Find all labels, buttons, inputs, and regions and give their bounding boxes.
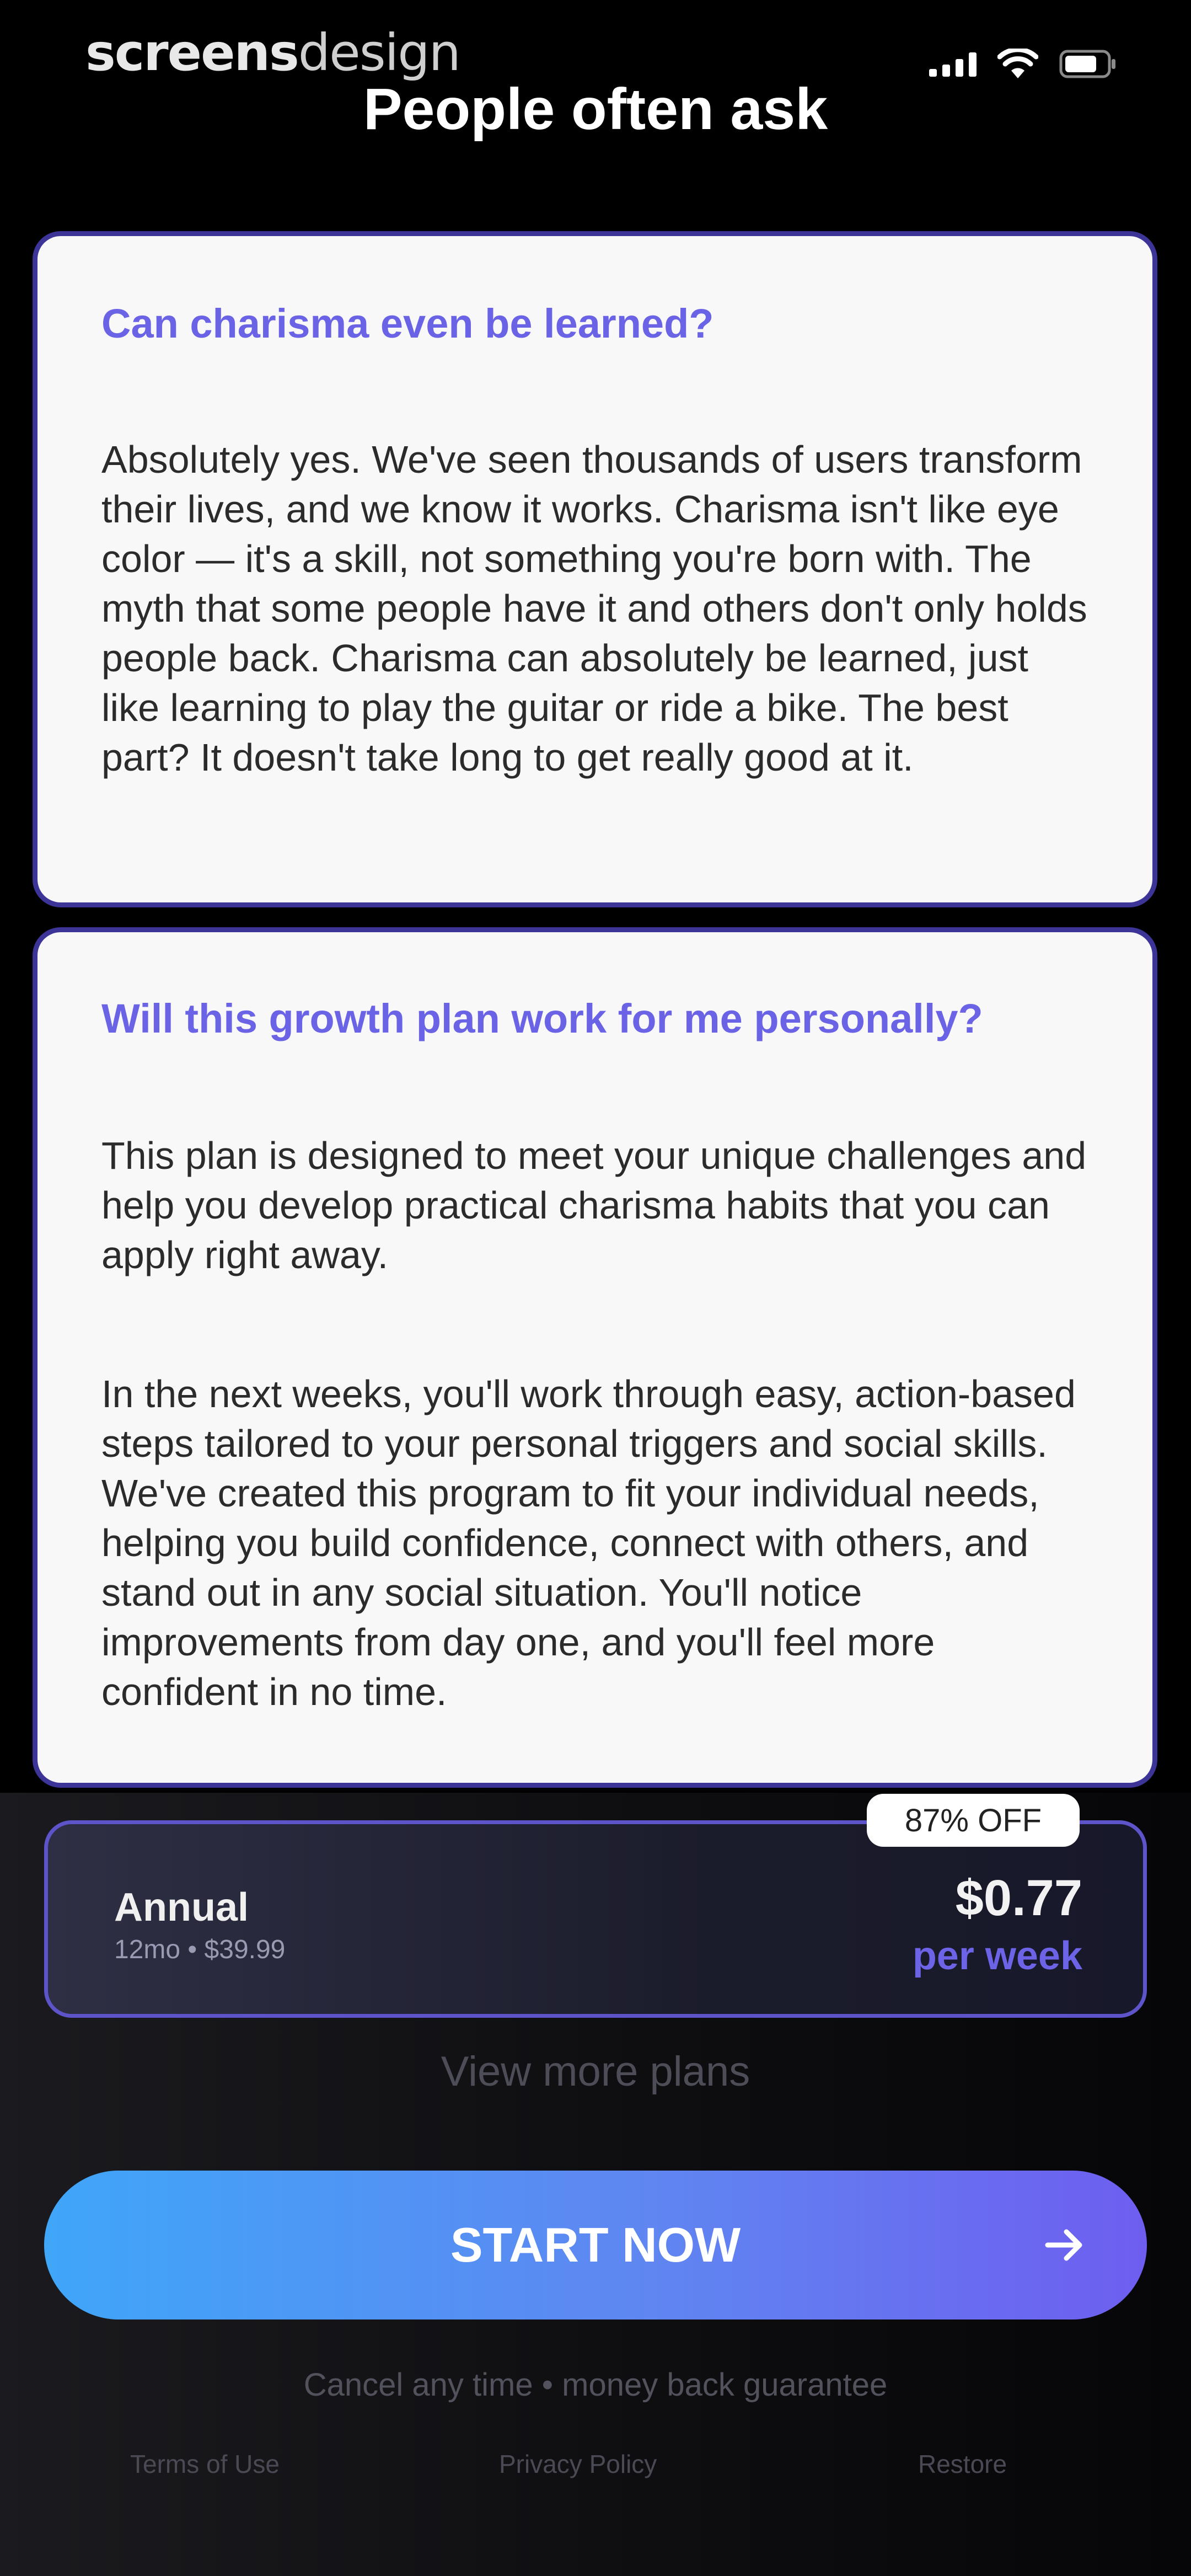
cellular-signal-icon	[929, 51, 977, 77]
plan-price-unit: per week	[912, 1934, 1082, 1978]
faq-answer: This plan is designed to meet your uniqu…	[101, 1134, 1087, 1276]
faq-question: Can charisma even be learned?	[101, 301, 714, 346]
status-icons	[929, 49, 1117, 79]
watermark: screensdesign	[85, 23, 461, 82]
faq-answer: Absolutely yes. We've seen thousands of …	[101, 438, 1087, 779]
page-title: People often ask	[363, 77, 828, 142]
plan-subtitle: 12mo • $39.99	[114, 1935, 286, 1964]
restore-link[interactable]: Restore	[918, 2449, 1007, 2479]
faq-card: Will this growth plan work for me person…	[37, 932, 1152, 1783]
watermark-light: design	[298, 23, 461, 82]
guarantee-text: Cancel any time • money back guarantee	[303, 2367, 888, 2403]
plan-option-annual[interactable]: Annual 12mo • $39.99 $0.77 per week	[44, 1820, 1147, 2018]
watermark-bold: screens	[85, 23, 299, 82]
faq-question: Will this growth plan work for me person…	[101, 996, 983, 1041]
faq-card: Can charisma even be learned? Absolutely…	[37, 236, 1152, 902]
wifi-icon	[997, 49, 1038, 79]
terms-of-use-link[interactable]: Terms of Use	[130, 2449, 280, 2479]
plan-price: $0.77	[955, 1870, 1082, 1926]
view-more-plans-link[interactable]: View more plans	[0, 2048, 1191, 2096]
start-now-label: START NOW	[450, 2217, 741, 2272]
start-now-button[interactable]: START NOW	[44, 2171, 1147, 2320]
arrow-right-icon	[1045, 2229, 1082, 2261]
privacy-policy-link[interactable]: Privacy Policy	[499, 2449, 657, 2479]
battery-icon	[1059, 50, 1117, 78]
plan-name: Annual	[114, 1885, 249, 1930]
discount-badge: 87% OFF	[867, 1794, 1080, 1847]
faq-answer: In the next weeks, you'll work through e…	[101, 1372, 1076, 1713]
